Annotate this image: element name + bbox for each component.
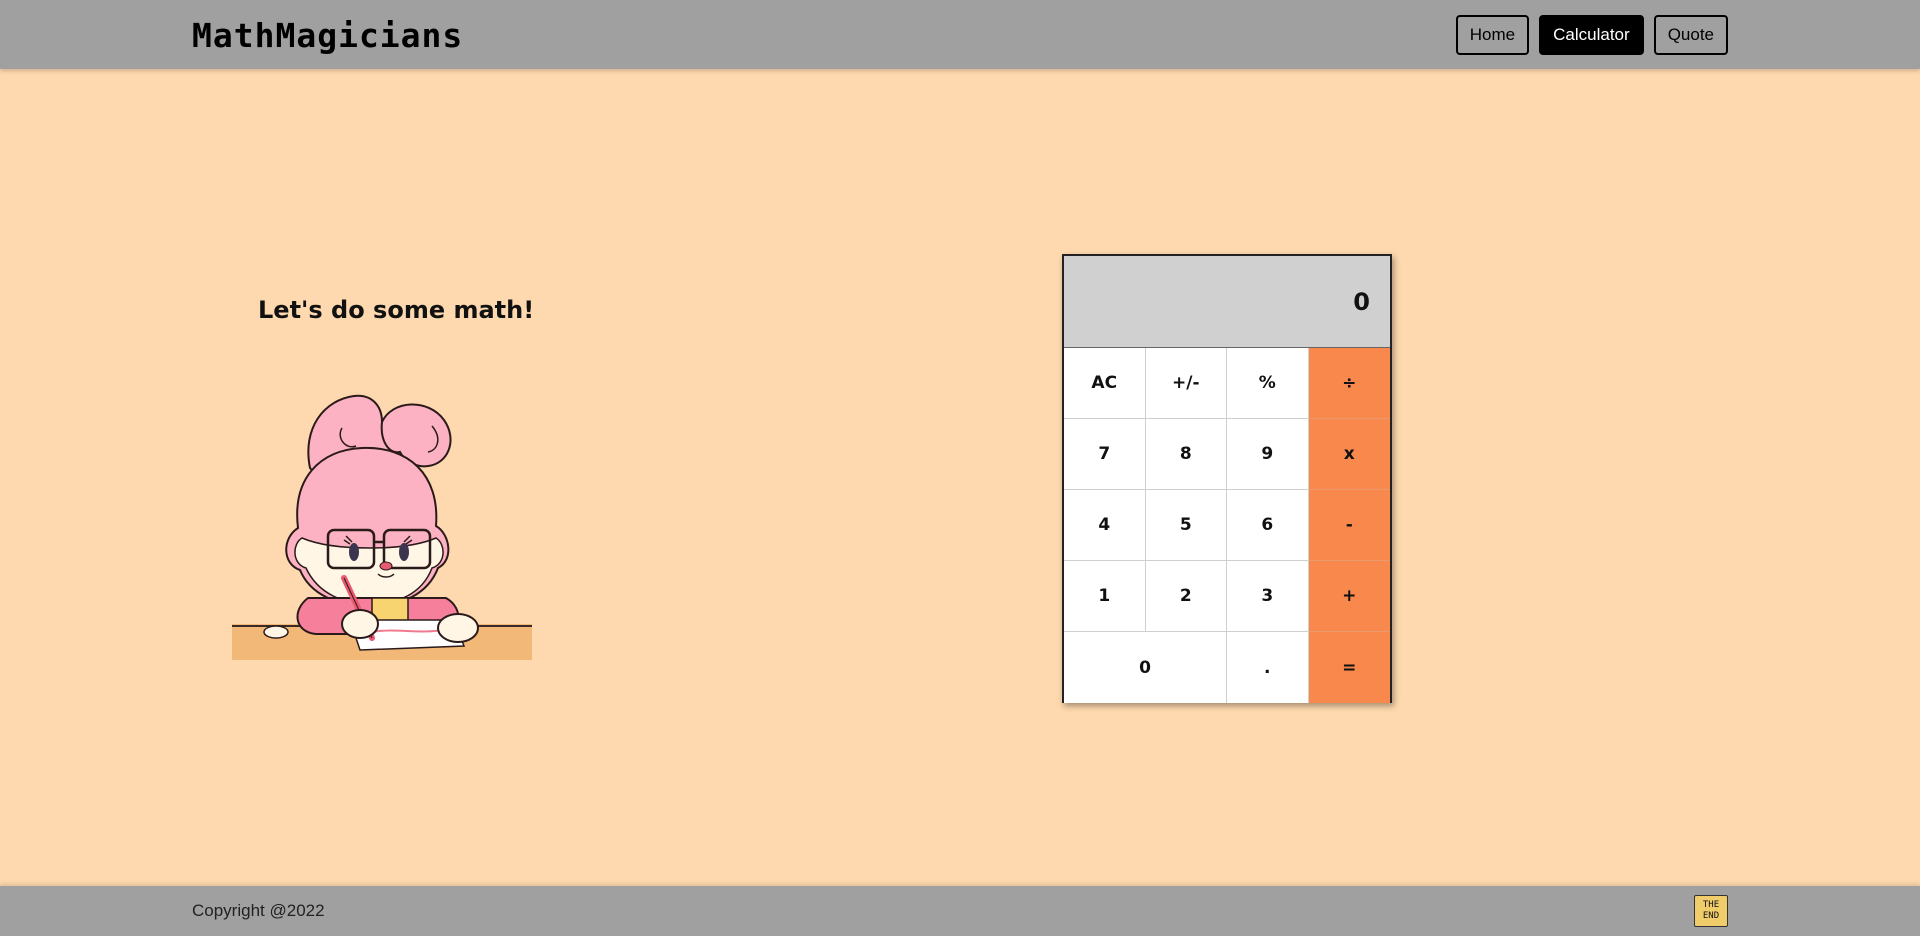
- key-1[interactable]: 1: [1064, 561, 1146, 632]
- key-multiply[interactable]: x: [1308, 419, 1390, 490]
- key-7[interactable]: 7: [1064, 419, 1146, 490]
- app-header: MathMagicians Home Calculator Quote: [0, 0, 1920, 69]
- the-end-badge: THE END: [1694, 895, 1728, 927]
- calculator-display: 0: [1064, 256, 1390, 348]
- calculator: 0 AC +/- % ÷ 7 8 9 x 4 5 6 - 1 2 3 + 0 .…: [1062, 254, 1392, 703]
- main-nav: Home Calculator Quote: [1455, 15, 1728, 55]
- key-decimal[interactable]: .: [1227, 632, 1309, 703]
- key-8[interactable]: 8: [1145, 419, 1227, 490]
- key-equals[interactable]: =: [1308, 632, 1390, 703]
- badge-line-2: END: [1702, 911, 1720, 921]
- key-2[interactable]: 2: [1145, 561, 1227, 632]
- key-5[interactable]: 5: [1145, 490, 1227, 561]
- key-toggle-sign[interactable]: +/-: [1145, 348, 1227, 419]
- calculator-keypad: AC +/- % ÷ 7 8 9 x 4 5 6 - 1 2 3 + 0 . =: [1064, 348, 1390, 703]
- key-9[interactable]: 9: [1227, 419, 1309, 490]
- key-add[interactable]: +: [1308, 561, 1390, 632]
- key-percent[interactable]: %: [1227, 348, 1309, 419]
- nav-calculator-button[interactable]: Calculator: [1539, 15, 1644, 55]
- nav-home-button[interactable]: Home: [1455, 15, 1530, 55]
- nav-quote-button[interactable]: Quote: [1653, 15, 1728, 55]
- copyright-text: Copyright @2022: [192, 901, 325, 920]
- key-subtract[interactable]: -: [1308, 490, 1390, 561]
- key-all-clear[interactable]: AC: [1064, 348, 1146, 419]
- badge-line-1: THE: [1702, 900, 1720, 910]
- key-3[interactable]: 3: [1227, 561, 1309, 632]
- logo[interactable]: MathMagicians: [192, 16, 463, 56]
- key-4[interactable]: 4: [1064, 490, 1146, 561]
- key-0[interactable]: 0: [1064, 632, 1227, 703]
- page-heading: Let's do some math!: [258, 296, 535, 324]
- key-divide[interactable]: ÷: [1308, 348, 1390, 419]
- key-6[interactable]: 6: [1227, 490, 1309, 561]
- app-footer: Copyright @2022 THE END: [0, 886, 1920, 936]
- bunny-writing-illustration: [232, 394, 532, 660]
